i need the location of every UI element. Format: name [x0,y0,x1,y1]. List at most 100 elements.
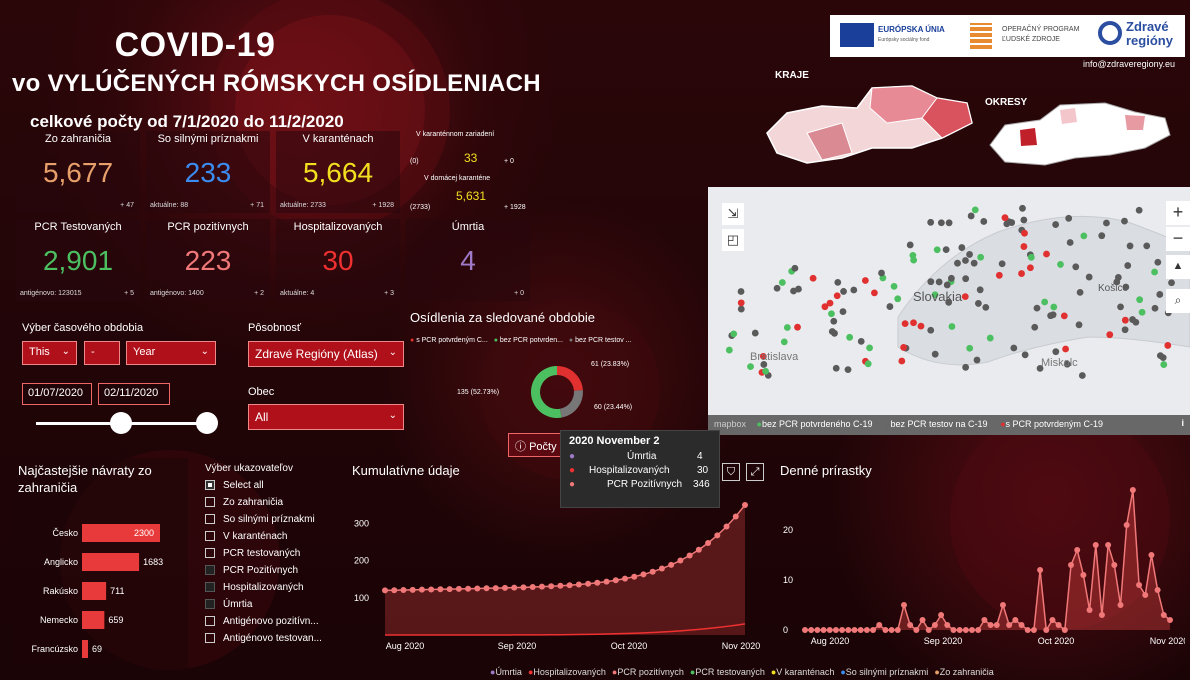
settlement-point[interactable] [1121,326,1129,334]
settlement-point[interactable] [864,360,872,368]
settlement-point[interactable] [901,320,909,328]
checkbox[interactable] [205,548,215,559]
settlement-point[interactable] [974,300,982,307]
settlement-point[interactable] [1103,219,1110,227]
data-point[interactable] [919,617,926,623]
settlement-point[interactable] [1151,304,1159,312]
settlement-point[interactable] [1160,361,1168,368]
scope-dropdown[interactable]: Zdravé Regióny (Atlas) ⌄ [248,341,404,367]
data-point[interactable] [1123,522,1130,528]
selector-item[interactable]: Hospitalizovaných [205,581,345,598]
data-point[interactable] [538,583,545,590]
settlement-point[interactable] [866,344,873,352]
data-point[interactable] [845,627,852,633]
settlement-point[interactable] [1066,239,1074,246]
data-point[interactable] [987,622,994,628]
settlement-point[interactable] [962,363,970,371]
selector-item[interactable]: PCR testovaných [205,547,345,564]
data-point[interactable] [483,585,490,592]
data-point[interactable] [925,627,932,633]
settlement-point[interactable] [1019,204,1026,212]
map-canvas[interactable] [708,187,1190,435]
data-point[interactable] [969,627,976,633]
settlement-point[interactable] [1060,312,1068,320]
data-point[interactable] [465,585,472,592]
data-point[interactable] [882,627,889,633]
map-select-tool-icon[interactable]: ⇲ [722,203,744,225]
settlement-point[interactable] [1020,243,1028,250]
settlement-point[interactable] [1106,331,1114,339]
data-point[interactable] [594,579,601,586]
settlement-point[interactable] [857,337,865,345]
selector-item[interactable]: Antigénovo pozitívn... [205,615,345,632]
settlement-point[interactable] [840,288,847,295]
settlement-point[interactable] [737,288,745,295]
data-point[interactable] [575,581,582,588]
data-point[interactable] [1043,627,1050,633]
donut-slice[interactable] [559,390,583,418]
data-point[interactable] [548,583,555,590]
settlement-point[interactable] [1065,214,1073,222]
settlement-point[interactable] [794,323,801,331]
settlement-point[interactable] [1114,274,1122,281]
zoom-out-icon[interactable]: − [1166,227,1190,251]
settlement-point[interactable] [1156,352,1164,360]
settlement-point[interactable] [1001,214,1009,222]
data-point[interactable] [1160,612,1167,618]
settlement-point[interactable] [1031,323,1039,331]
settlement-point[interactable] [1154,258,1162,266]
settlement-point[interactable] [839,308,847,315]
settlement-point[interactable] [850,286,858,294]
settlement-point[interactable] [828,328,836,335]
settlement-point[interactable] [1020,216,1028,224]
data-point[interactable] [1012,617,1019,623]
data-point[interactable] [802,627,808,633]
settlement-point[interactable] [1143,242,1151,250]
data-point[interactable] [511,584,518,591]
settlement-point[interactable] [773,284,781,292]
data-point[interactable] [705,540,712,547]
checkbox[interactable] [205,633,215,644]
settlement-point[interactable] [1052,348,1060,356]
bar[interactable] [82,640,88,658]
data-point[interactable] [950,627,957,633]
data-point[interactable] [1074,547,1081,553]
settlement-point[interactable] [1076,288,1084,296]
selector-item[interactable]: Úmrtia [205,598,345,615]
settlement-point[interactable] [780,338,788,346]
data-point[interactable] [839,627,846,633]
data-point[interactable] [1018,622,1025,628]
settlement-point[interactable] [954,259,961,267]
settlement-point[interactable] [894,295,902,303]
bar[interactable] [82,553,140,571]
legend-item-label[interactable]: V karanténach [776,667,834,677]
map-rect-select-icon[interactable]: ◰ [722,229,744,251]
settlement-point[interactable] [890,282,898,290]
selector-item[interactable]: Select all [205,479,345,496]
data-point[interactable] [888,627,895,633]
zoom-in-icon[interactable]: + [1166,201,1190,225]
settlement-point[interactable] [762,367,770,375]
data-point[interactable] [913,627,920,633]
filter-icon[interactable]: ⛉ [722,463,740,481]
returns-bar-chart[interactable]: Česko 2300 Anglicko 1683 Rakúsko 711 Nemecko 65… [12,518,188,678]
settlement-point[interactable] [1033,304,1041,312]
selector-item[interactable]: PCR Pozitívnych [205,564,345,581]
settlement-point[interactable] [1026,264,1034,272]
settlement-point[interactable] [828,310,835,318]
data-point[interactable] [826,627,833,633]
settlement-point[interactable] [1156,291,1164,298]
settlement-point[interactable] [1052,221,1060,228]
data-point[interactable] [418,586,425,593]
settlement-point[interactable] [830,317,838,325]
settlement-point[interactable] [1078,372,1086,379]
data-point[interactable] [409,586,416,593]
data-point[interactable] [975,627,982,633]
data-point[interactable] [446,586,453,593]
checkbox[interactable] [205,582,215,593]
bar[interactable] [82,611,105,629]
data-point[interactable] [455,585,462,592]
data-point[interactable] [851,627,858,633]
data-point[interactable] [907,622,914,628]
data-point[interactable] [557,582,564,589]
